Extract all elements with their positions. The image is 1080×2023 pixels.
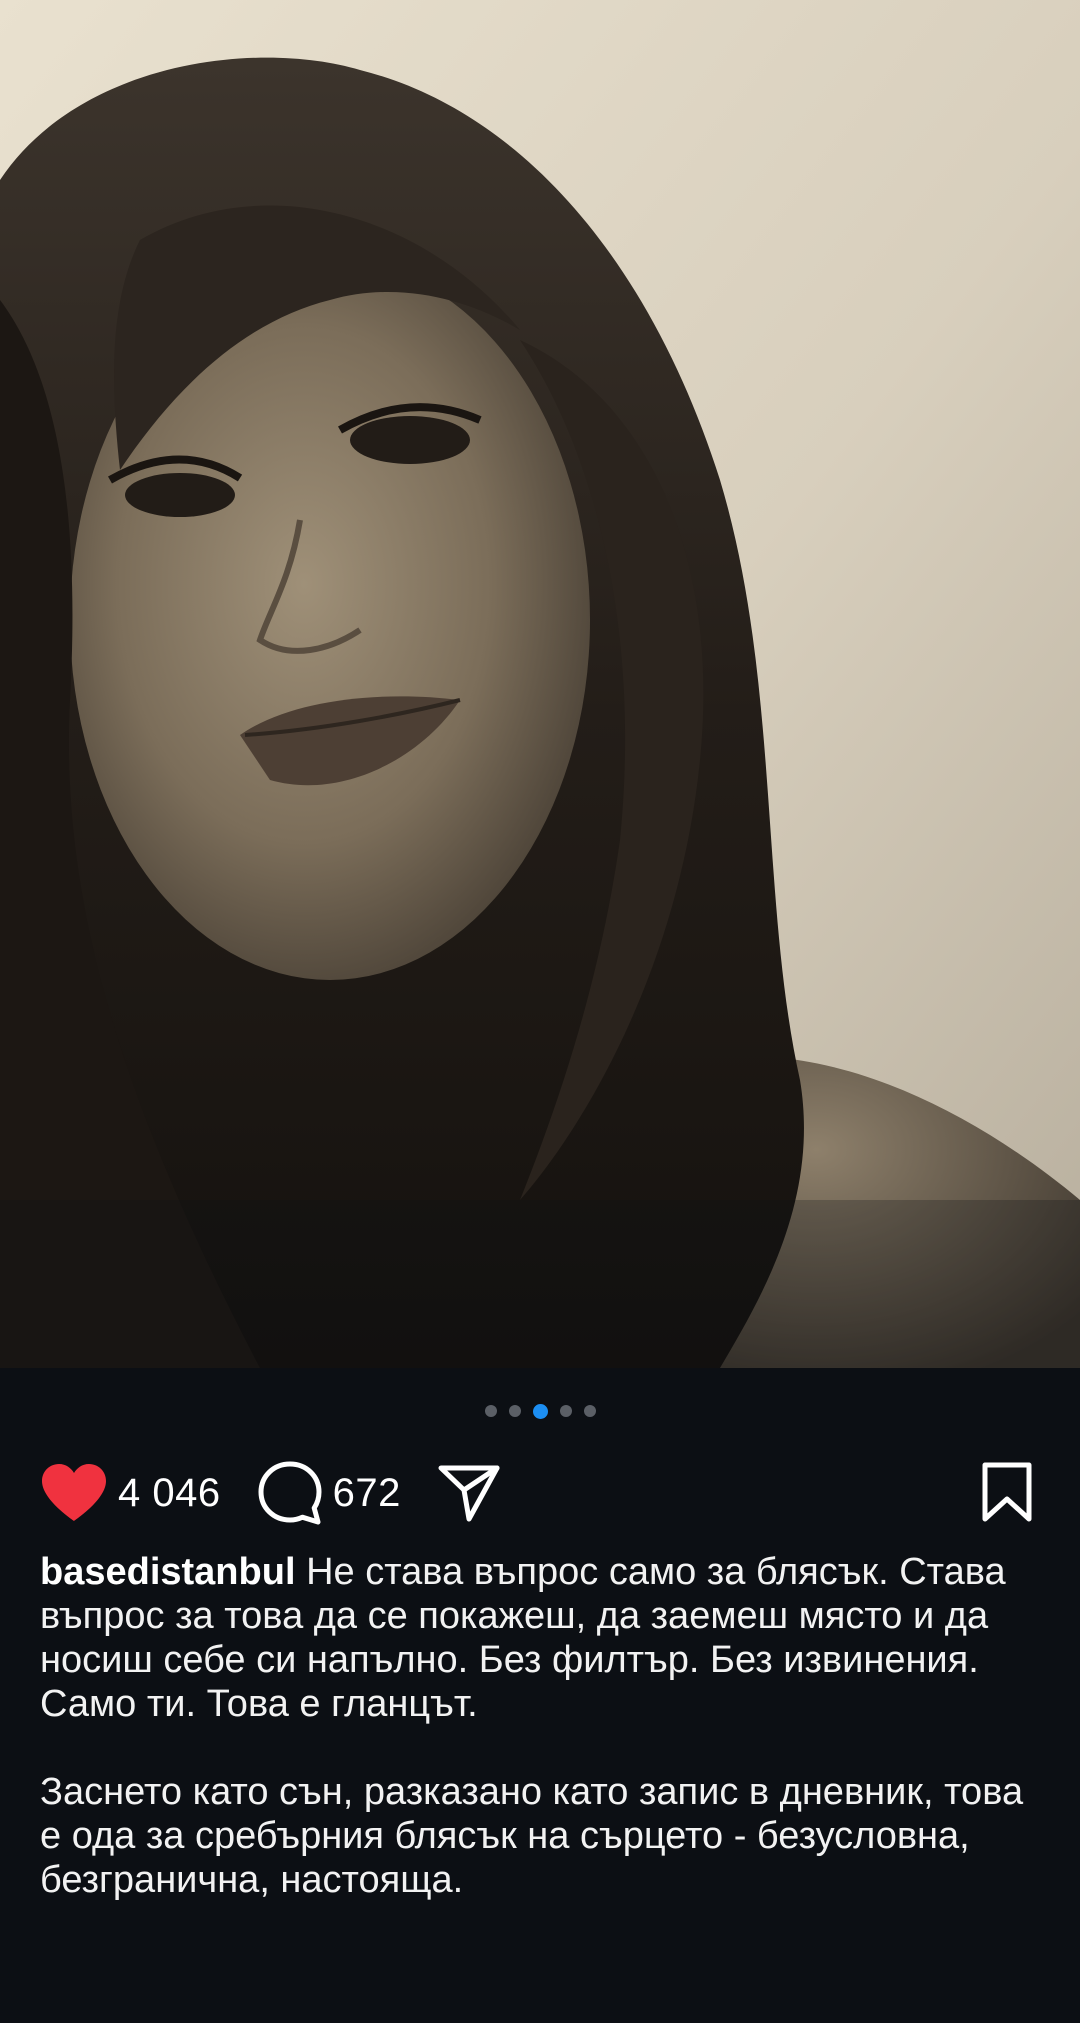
like-count[interactable]: 4 046 — [118, 1471, 221, 1516]
caption-paragraph-2: Заснето като сън, разказано като запис в… — [40, 1771, 1024, 1901]
like-action[interactable]: 4 046 — [40, 1463, 221, 1523]
comment-bubble-icon[interactable] — [257, 1460, 323, 1526]
author-username[interactable]: basedistanbul — [40, 1551, 296, 1593]
carousel-indicator — [0, 1403, 1080, 1419]
post-photo[interactable] — [0, 0, 1080, 1368]
carousel-dot — [559, 1405, 572, 1417]
carousel-dot — [508, 1405, 521, 1417]
comment-count[interactable]: 672 — [333, 1471, 401, 1516]
comment-action[interactable]: 672 — [257, 1460, 401, 1526]
heart-icon[interactable] — [40, 1463, 108, 1523]
send-paper-plane-icon[interactable] — [437, 1463, 501, 1523]
post-caption: basedistanbul Не става въпрос само за бл… — [40, 1550, 1050, 1902]
carousel-dot-active — [532, 1403, 548, 1419]
caption-paragraph: basedistanbul Не става въпрос само за бл… — [40, 1550, 1050, 1726]
share-action[interactable] — [437, 1463, 501, 1523]
carousel-dot — [484, 1405, 497, 1417]
bookmark-icon[interactable] — [980, 1461, 1034, 1528]
carousel-dot — [583, 1405, 596, 1417]
post-actions-bar: 4 046 672 — [40, 1455, 1040, 1531]
